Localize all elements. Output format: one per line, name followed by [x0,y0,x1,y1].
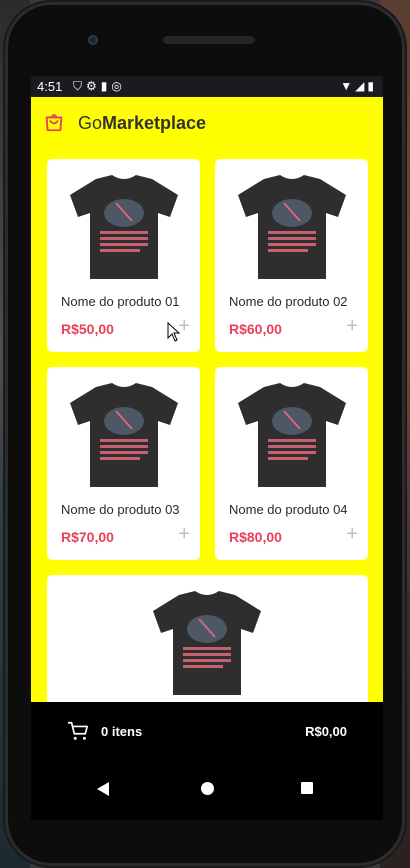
brand-prefix: Go [78,113,103,133]
product-name: Nome do produto 02 [229,294,348,309]
app-header: GoMarketplace [31,97,383,153]
product-price: R$80,00 [229,529,282,545]
tshirt-image [238,175,346,279]
status-system-icons: ▼◢▮ [340,79,377,93]
brand-suffix: Marketplace [102,113,207,133]
app-screen: 4:51 ⛉⚙▮◎ ▼◢▮ GoMarketplace Nome do prod… [31,76,383,820]
shopping-cart-icon [67,721,88,740]
phone-frame: 4:51 ⛉⚙▮◎ ▼◢▮ GoMarketplace Nome do prod… [5,2,405,866]
status-notification-icons: ⛉⚙▮◎ [73,79,126,93]
tshirt-image [70,383,178,487]
cart-total: R$0,00 [305,724,347,739]
product-name: Nome do produto 01 [61,294,180,309]
product-name: Nome do produto 04 [229,502,348,517]
app-title: GoMarketplace [78,113,206,134]
recent-apps-icon[interactable] [301,782,313,794]
shopping-bag-icon [45,114,63,132]
status-time: 4:51 [37,79,63,94]
content-area[interactable]: GoMarketplace Nome do produto 01 R$50,00… [31,97,383,768]
add-to-cart-button[interactable]: + [346,316,358,336]
cart-item-count: 0 itens [101,724,143,739]
tshirt-image [70,175,178,279]
android-navigation-bar [31,766,383,820]
product-card[interactable]: Nome do produto 03 R$70,00 + [47,367,200,560]
mouse-pointer-icon [167,322,181,342]
status-bar: 4:51 ⛉⚙▮◎ ▼◢▮ [31,76,383,97]
add-to-cart-button[interactable]: + [178,524,190,544]
product-price: R$60,00 [229,321,282,337]
earpiece-speaker [163,36,255,44]
product-name: Nome do produto 03 [61,502,180,517]
product-price: R$70,00 [61,529,114,545]
product-card[interactable]: Nome do produto 04 R$80,00 + [215,367,368,560]
back-icon[interactable] [97,782,109,796]
add-to-cart-button[interactable]: + [346,524,358,544]
tshirt-image [153,591,261,695]
front-camera [88,35,98,45]
home-icon[interactable] [201,782,214,795]
tshirt-image [238,383,346,487]
product-card[interactable]: Nome do produto 02 R$60,00 + [215,159,368,352]
product-price: R$50,00 [61,321,114,337]
cart-footer[interactable]: 0 itens R$0,00 [31,702,383,820]
